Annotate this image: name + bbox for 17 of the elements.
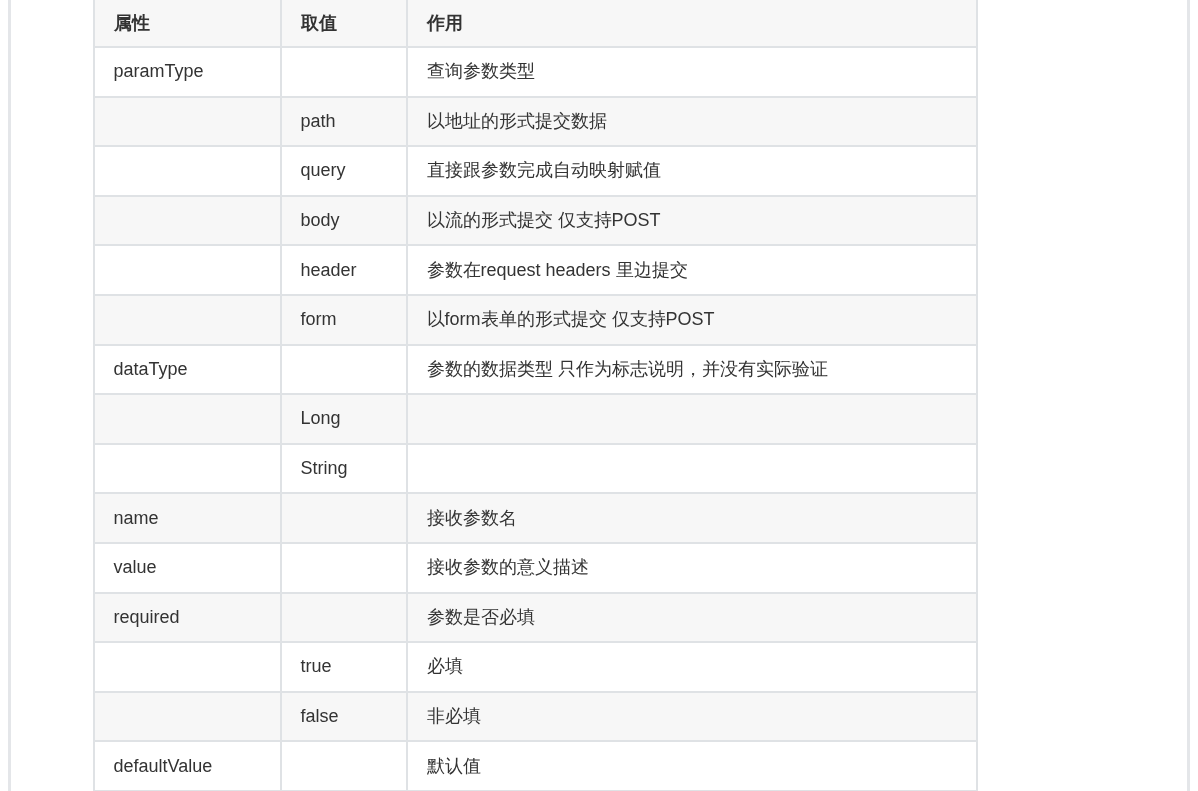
table-cell: header [280, 245, 407, 295]
table-cell: 接收参数的意义描述 [406, 542, 977, 593]
table-cell: 默认值 [406, 741, 977, 791]
table-cell: paramType [93, 47, 281, 97]
table-cell: true [280, 642, 407, 692]
table-cell: 直接跟参数完成自动映射赋值 [406, 146, 977, 196]
table-cell: value [93, 542, 281, 593]
table-cell: 以form表单的形式提交 仅支持POST [406, 294, 977, 345]
table-cell: 查询参数类型 [406, 47, 977, 97]
table-cell: Long [280, 394, 407, 444]
table-cell: 必填 [406, 642, 977, 692]
table-cell: form [280, 294, 407, 345]
table-cell: query [280, 146, 407, 196]
table-cell: name [93, 493, 281, 543]
table-cell: 接收参数名 [406, 493, 977, 543]
table-cell: 参数在request headers 里边提交 [406, 245, 977, 295]
table-cell: defaultValue [93, 741, 281, 791]
